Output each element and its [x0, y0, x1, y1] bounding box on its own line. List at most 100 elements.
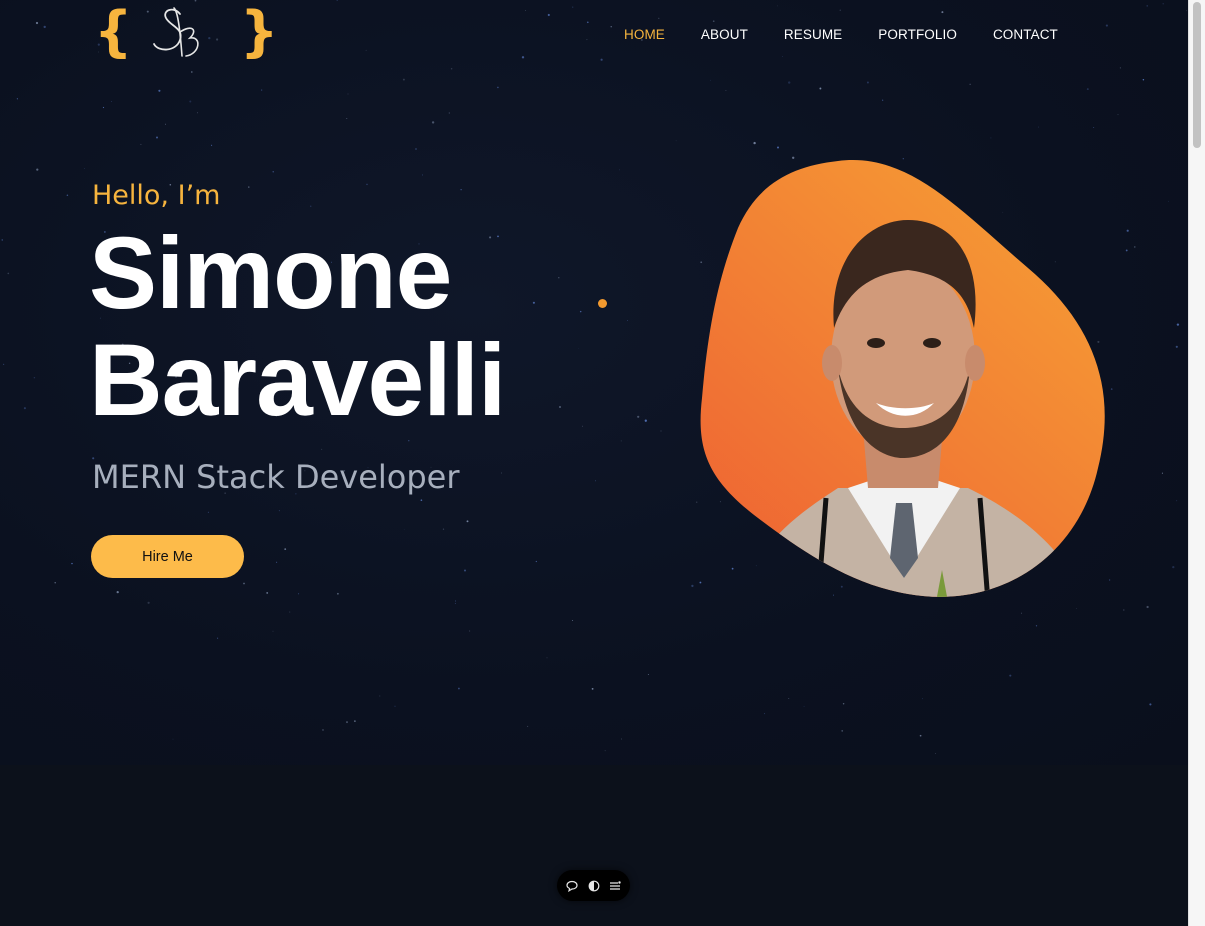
star: [535, 560, 537, 563]
star: [415, 148, 417, 150]
star: [1176, 500, 1178, 502]
hire-me-button[interactable]: Hire Me: [91, 535, 244, 578]
star: [839, 9, 841, 11]
star: [1168, 200, 1169, 202]
star: [1086, 88, 1089, 91]
menu-lines-icon[interactable]: [609, 880, 621, 892]
star: [582, 425, 583, 427]
star: [660, 430, 662, 432]
star: [1009, 674, 1012, 677]
star: [366, 183, 368, 186]
star: [2, 363, 5, 366]
main-nav: HOME ABOUT RESUME PORTFOLIO CONTACT: [624, 26, 1058, 43]
nav-home[interactable]: HOME: [624, 26, 665, 43]
nav-portfolio[interactable]: PORTFOLIO: [878, 26, 957, 43]
star: [626, 319, 628, 321]
star: [284, 548, 287, 550]
star: [337, 592, 339, 595]
star: [604, 750, 606, 752]
star: [310, 205, 312, 207]
page-scrollbar[interactable]: [1188, 0, 1205, 926]
star: [197, 112, 199, 114]
star: [521, 56, 525, 59]
star: [619, 169, 620, 171]
star: [591, 687, 594, 690]
star: [753, 141, 756, 145]
star: [211, 144, 213, 146]
site-logo[interactable]: { }: [92, 0, 278, 66]
star: [919, 734, 922, 737]
star: [7, 272, 10, 275]
star: [782, 56, 783, 57]
lower-section: [0, 765, 1188, 926]
nav-contact[interactable]: CONTACT: [993, 26, 1058, 43]
star: [243, 582, 245, 585]
star: [935, 753, 936, 754]
star: [922, 698, 923, 700]
star: [525, 10, 526, 11]
star: [394, 705, 396, 707]
star: [764, 713, 765, 715]
star: [450, 67, 453, 70]
star: [16, 98, 18, 100]
star: [1149, 703, 1152, 706]
logo-left-brace: {: [94, 0, 133, 63]
logo-right-brace: }: [240, 0, 279, 63]
nav-resume[interactable]: RESUME: [784, 26, 842, 43]
star: [1093, 127, 1095, 128]
profile-photo-blob: [700, 160, 1105, 597]
star: [1142, 78, 1145, 81]
star: [321, 448, 323, 450]
hero-first-name: Simone: [89, 216, 452, 330]
star: [725, 89, 727, 92]
star: [464, 569, 466, 572]
star: [600, 58, 603, 61]
star: [788, 81, 791, 84]
star: [466, 520, 469, 523]
star: [1134, 246, 1136, 248]
star: [1, 239, 3, 241]
star: [347, 93, 349, 95]
star: [969, 83, 971, 85]
star: [1035, 625, 1038, 627]
star: [1162, 3, 1164, 5]
star: [276, 561, 278, 563]
star: [842, 703, 845, 705]
star: [289, 611, 291, 613]
star: [819, 87, 822, 90]
nav-about[interactable]: ABOUT: [701, 26, 748, 43]
star: [572, 6, 574, 8]
star: [272, 171, 274, 173]
star: [379, 695, 381, 697]
star: [298, 593, 300, 595]
star: [841, 730, 844, 732]
star: [675, 140, 677, 142]
star: [532, 301, 535, 304]
star: [1119, 67, 1122, 69]
star: [403, 528, 405, 530]
toggle-icon[interactable]: [588, 880, 600, 892]
star: [1161, 472, 1163, 474]
hero-last-name: Baravelli: [89, 323, 506, 437]
star: [408, 440, 410, 442]
star: [23, 407, 26, 410]
star: [558, 277, 560, 279]
star: [941, 11, 944, 14]
star: [272, 630, 274, 632]
star: [116, 590, 119, 594]
chat-bubble-icon[interactable]: [566, 880, 578, 892]
star: [346, 118, 348, 120]
star: [500, 472, 503, 474]
scrollbar-thumb[interactable]: [1193, 2, 1201, 148]
star: [691, 584, 694, 588]
star: [990, 137, 992, 139]
star: [866, 81, 869, 84]
star: [420, 499, 423, 502]
star: [572, 620, 574, 621]
star: [147, 601, 150, 604]
star: [547, 13, 550, 17]
star: [1038, 126, 1039, 128]
hero-section: { } HOME ABOUT RESUME PORTFOLIO CONTACT …: [0, 0, 1188, 765]
star: [421, 174, 424, 176]
star: [586, 21, 589, 24]
